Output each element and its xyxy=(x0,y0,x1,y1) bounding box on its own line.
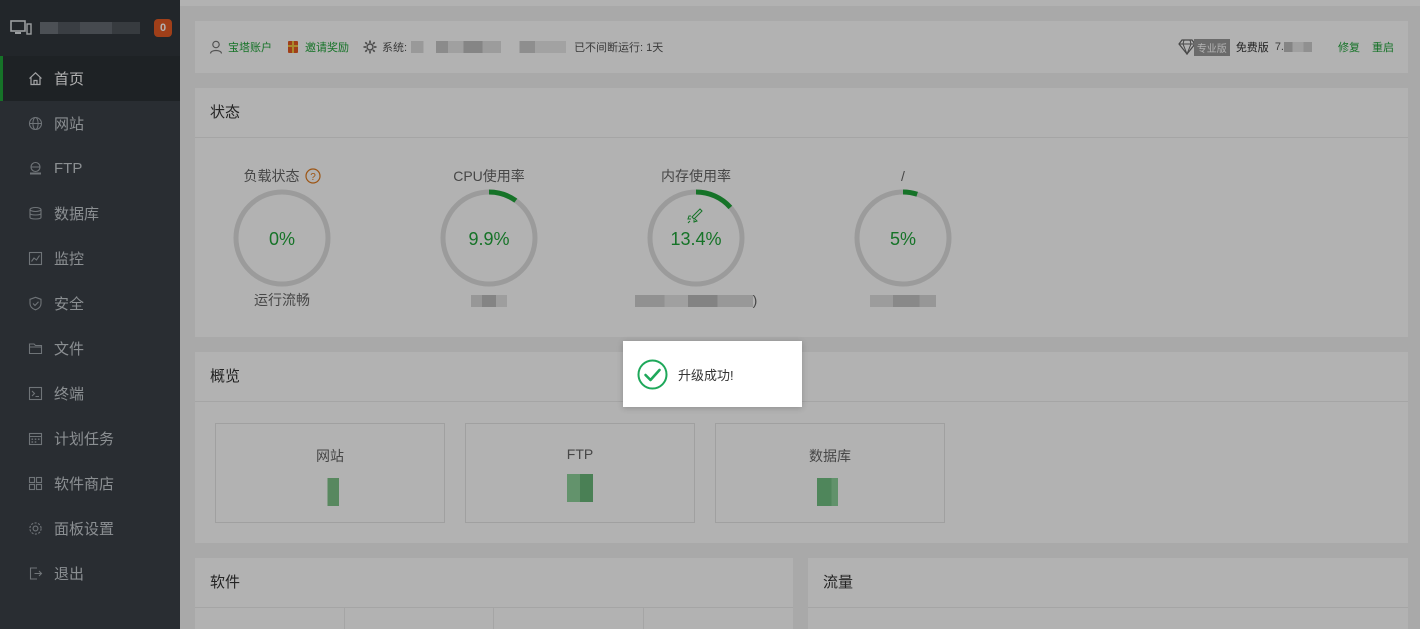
modal-overlay[interactable] xyxy=(0,0,1420,629)
toast-message: 升级成功! xyxy=(678,367,734,383)
check-circle-icon xyxy=(637,359,668,390)
success-toast: 升级成功! xyxy=(623,341,802,407)
